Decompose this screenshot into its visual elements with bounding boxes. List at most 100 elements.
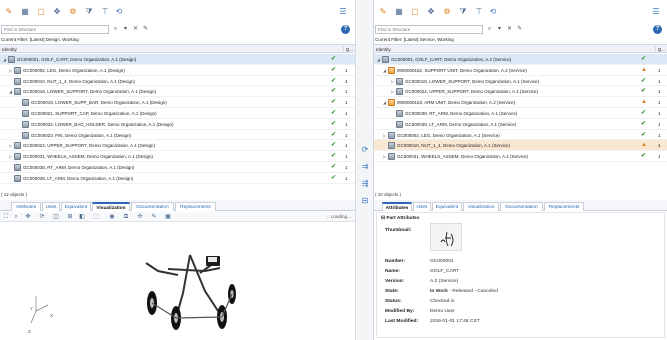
thumbnail-image[interactable] xyxy=(430,223,462,251)
measure-icon[interactable]: ⊞ xyxy=(66,213,74,221)
search-settings-icon[interactable]: ✎ xyxy=(515,25,524,34)
collapse-icon[interactable]: ⊟ xyxy=(381,216,385,221)
tab-attributes[interactable]: Attributes xyxy=(382,202,412,211)
tree-row[interactable]: ▷ GC000024, UPPER_SUPPORT, Demo Organizat… xyxy=(374,86,667,98)
view-menu-icon[interactable]: ☰ xyxy=(649,7,663,17)
quantity-column[interactable]: Q... xyxy=(342,46,353,53)
tree-row[interactable]: ▷ GC000018, LOWER_SUPPORT, Demo Organizat… xyxy=(374,76,667,87)
tab-replacements[interactable]: Replacements xyxy=(544,202,584,211)
tab-equivalent[interactable]: Equivalent xyxy=(432,202,462,211)
collapse-icon[interactable]: ◢ xyxy=(382,99,387,106)
quantity-column[interactable]: Q... xyxy=(654,46,665,53)
options-icon[interactable]: ⚙ xyxy=(440,7,454,17)
left-column-header[interactable]: Identity Q... xyxy=(0,44,355,53)
snapshot-icon[interactable]: ▣ xyxy=(164,213,172,221)
tree-row[interactable]: ◢ GC000001, GOLF_CART, Demo Organization,… xyxy=(0,54,355,65)
filter-icon[interactable]: ⧩ xyxy=(456,7,470,17)
layers-icon[interactable]: ◫ xyxy=(52,213,60,221)
expand-icon[interactable]: ▷ xyxy=(390,88,395,95)
clear-icon[interactable]: ✕ xyxy=(505,25,514,34)
tree-row[interactable]: ▷ GC000031, WHEELS_ASSEM, Demo Organizati… xyxy=(0,151,355,162)
tree-row[interactable]: GC000023, FIN, Demo Organization, A.1 (D… xyxy=(0,130,355,141)
insert-icon[interactable]: ▦ xyxy=(392,7,406,17)
edit-icon[interactable]: ✎ xyxy=(376,7,390,17)
sync-icon[interactable]: ⟳ xyxy=(359,144,371,155)
collapse-icon[interactable]: ◢ xyxy=(2,56,7,63)
search-settings-icon[interactable]: ✎ xyxy=(141,25,150,34)
insert-icon[interactable]: ▦ xyxy=(18,7,32,17)
tree-icon[interactable]: ⊤ xyxy=(472,7,486,17)
tree-row[interactable]: ◢ GC000018, LOWER_SUPPORT, Demo Organizat… xyxy=(0,86,355,98)
identity-column[interactable]: Identity xyxy=(376,46,391,53)
tree-row[interactable]: ▷ GC000031, WHEELS_ASSEM, Demo Organizati… xyxy=(374,151,667,162)
collapse-icon[interactable]: ◢ xyxy=(8,88,13,95)
part-attributes-header[interactable]: ⊟ Part Attributes xyxy=(381,215,420,222)
tab-visualization[interactable]: Visualization xyxy=(92,202,130,211)
tab-documentation[interactable]: Documentation xyxy=(500,202,543,211)
collapse-icon[interactable]: ◢ xyxy=(376,56,381,63)
expand-icon[interactable]: ▷ xyxy=(8,67,13,74)
next-icon[interactable]: ▾ xyxy=(495,25,504,34)
rotate-icon[interactable]: ⟳ xyxy=(38,213,46,221)
copy-structure-icon[interactable]: ⇶ xyxy=(359,178,371,189)
tree-row[interactable]: GC000010, NUT_1_4, Demo Organization, A.… xyxy=(0,76,355,87)
tab-equivalent[interactable]: Equivalent xyxy=(61,202,91,211)
move-icon[interactable]: ✥ xyxy=(50,7,64,17)
help-icon[interactable]: ? xyxy=(341,25,350,34)
filter-icon[interactable]: ⧩ xyxy=(82,7,96,17)
edit-icon[interactable]: ✎ xyxy=(2,7,16,17)
search-icon[interactable]: ⌕ xyxy=(111,25,120,34)
tree-row[interactable]: GC000019, LOWER_SUPP_BAR, Demo Organizat… xyxy=(0,97,355,108)
tree-row[interactable]: ▷ GC000024, UPPER_SUPPORT, Demo Organizat… xyxy=(0,140,355,152)
expand-icon[interactable]: ▷ xyxy=(8,153,13,160)
select-icon[interactable]: ⬚ xyxy=(92,213,100,221)
next-icon[interactable]: ▾ xyxy=(121,25,130,34)
tab-attributes[interactable]: Attributes xyxy=(11,202,41,211)
right-search-input[interactable]: Find in Structure xyxy=(375,25,483,34)
clear-icon[interactable]: ✕ xyxy=(131,25,140,34)
expand-icon[interactable]: ▷ xyxy=(8,142,13,149)
tree-row[interactable]: ▷ GC000002, LEG, Demo Organization, A.1 (… xyxy=(374,130,667,141)
tree-row[interactable]: ▷ GC000002, LEG, Demo Organization, A.1 (… xyxy=(0,65,355,76)
tab-uses[interactable]: Uses xyxy=(42,202,60,211)
tree-row[interactable]: GC000039, LT_ARM, Demo Organization, A.1… xyxy=(0,173,355,184)
expand-icon[interactable]: ▷ xyxy=(382,153,387,160)
tree-row[interactable]: GC000022, LOWER_BAG_HOLDER, Demo Organiz… xyxy=(0,119,355,130)
identity-column[interactable]: Identity xyxy=(2,46,17,53)
move-icon[interactable]: ✥ xyxy=(424,7,438,17)
search-icon[interactable]: ⌕ xyxy=(485,25,494,34)
tree-row[interactable]: GC000010, NUT_1_4, Demo Organization, A.… xyxy=(374,140,667,152)
tab-uses[interactable]: Uses xyxy=(413,202,431,211)
tab-replacements[interactable]: Replacements xyxy=(175,202,216,211)
tree-row[interactable]: GC000039, LT_ARM, Demo Organization, A.1… xyxy=(374,119,667,130)
tree-row[interactable]: GC000038, RT_ARM, Demo Organization, A.1… xyxy=(0,162,355,173)
tab-visualization[interactable]: Visualization xyxy=(463,202,499,211)
render-icon[interactable]: ◉ xyxy=(108,213,116,221)
expand-icon[interactable]: ▷ xyxy=(390,78,395,85)
tree-row[interactable]: GC000021, SUPPORT_CAP, Demo Organization… xyxy=(0,108,355,119)
refresh-icon[interactable]: ⟲ xyxy=(112,7,126,17)
collapse-icon[interactable]: ◢ xyxy=(382,67,387,74)
tree-row[interactable]: ◢ 0000000163, ARM UNIT, Demo Organization… xyxy=(374,97,667,108)
tab-documentation[interactable]: Documentation xyxy=(131,202,174,211)
refresh-icon[interactable]: ⟲ xyxy=(486,7,500,17)
section-icon[interactable]: ◧ xyxy=(78,213,86,221)
compare-icon[interactable]: ⊟ xyxy=(359,195,371,206)
camera-icon[interactable]: ⧉ xyxy=(122,213,130,221)
3d-viewport[interactable]: Y X Z xyxy=(0,223,355,340)
replace-icon[interactable]: ▢ xyxy=(34,7,48,17)
right-column-header[interactable]: Identity Q... xyxy=(374,44,667,53)
explode-icon[interactable]: ✣ xyxy=(136,213,144,221)
view-menu-icon[interactable]: ☰ xyxy=(336,7,350,17)
tree-row[interactable]: ◢ GC000001, GOLF_CART, Demo Organization,… xyxy=(374,54,667,65)
fit-icon[interactable]: ⛶ xyxy=(2,213,10,221)
copy-to-right-icon[interactable]: ⇉ xyxy=(359,161,371,172)
replace-icon[interactable]: ▢ xyxy=(408,7,422,17)
markup-icon[interactable]: ✎ xyxy=(150,213,158,221)
tree-icon[interactable]: ⊤ xyxy=(98,7,112,17)
pan-icon[interactable]: ✥ xyxy=(24,213,32,221)
zoom-icon[interactable]: ⌕ xyxy=(12,213,20,221)
expand-icon[interactable]: ▷ xyxy=(382,132,387,139)
tree-row[interactable]: ◢ 0000000162, SUPPORT UNIT, Demo Organiza… xyxy=(374,65,667,76)
options-icon[interactable]: ⚙ xyxy=(66,7,80,17)
